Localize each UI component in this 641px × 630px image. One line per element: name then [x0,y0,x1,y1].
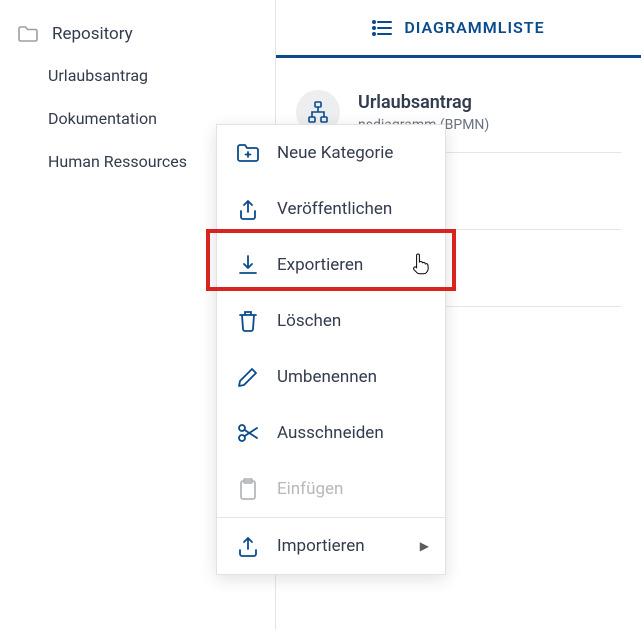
scissors-icon [237,422,259,444]
menu-cut[interactable]: Ausschneiden [217,405,445,461]
menu-export[interactable]: Exportieren [217,237,445,293]
menu-label: Importieren [277,536,365,556]
pencil-icon [237,366,259,388]
menu-paste: Einfügen [217,461,445,517]
menu-label: Löschen [277,311,341,331]
clipboard-icon [237,478,259,500]
context-menu: Neue Kategorie Veröffentlichen Exportier… [216,124,446,575]
menu-delete[interactable]: Löschen [217,293,445,349]
menu-label: Ausschneiden [277,423,384,443]
menu-label: Umbenennen [277,367,377,387]
menu-new-category[interactable]: Neue Kategorie [217,125,445,181]
download-icon [237,254,259,276]
chevron-right-icon: ▶ [420,539,429,553]
import-icon [237,535,259,557]
menu-label: Neue Kategorie [277,143,393,163]
sidebar-item-urlaubsantrag[interactable]: Urlaubsantrag [48,54,275,97]
menu-import[interactable]: Importieren ▶ [217,517,445,574]
upload-box-icon [237,198,259,220]
tree-root[interactable]: Repository [0,18,275,54]
menu-label: Veröffentlichen [277,199,392,219]
tab-label: DIAGRAMMLISTE [404,18,544,37]
folder-icon [18,26,38,42]
menu-label: Exportieren [277,255,363,275]
tree-root-label: Repository [52,24,133,44]
menu-label: Einfügen [277,479,343,499]
tab-diagrammliste[interactable]: DIAGRAMMLISTE [276,0,641,58]
trash-icon [237,310,259,332]
list-item-title: Urlaubsantrag [358,92,489,113]
menu-rename[interactable]: Umbenennen [217,349,445,405]
folder-plus-icon [237,142,259,164]
menu-publish[interactable]: Veröffentlichen [217,181,445,237]
list-icon [372,20,392,36]
